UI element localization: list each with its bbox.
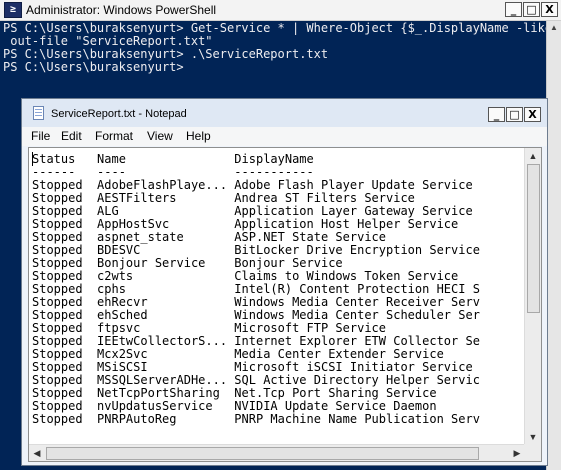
notepad-window-controls: _ □ X (488, 107, 541, 122)
notepad-title: ServiceReport.txt - Notepad (51, 108, 187, 120)
notepad-text-area[interactable]: Status Name DisplayName ------ ---- ----… (28, 147, 542, 462)
vertical-scroll-thumb[interactable] (527, 164, 540, 313)
maximize-button[interactable]: □ (523, 2, 540, 17)
notepad-minimize-button[interactable]: _ (488, 107, 505, 122)
notepad-close-button[interactable]: X (524, 107, 541, 122)
service-report-text[interactable]: Status Name DisplayName ------ ---- ----… (32, 153, 480, 426)
scroll-up-icon[interactable]: ▲ (525, 148, 541, 164)
scroll-down-icon[interactable]: ▼ (525, 429, 541, 445)
notepad-window[interactable]: ServiceReport.txt - Notepad _ □ X File E… (21, 98, 548, 466)
notepad-menubar: File Edit Format View Help (22, 127, 547, 146)
close-button[interactable]: X (541, 2, 558, 17)
scroll-left-icon[interactable]: ◀ (29, 445, 45, 461)
menu-help[interactable]: Help (186, 129, 211, 143)
powershell-scrollbar[interactable]: ▲ (546, 21, 561, 470)
minimize-button[interactable]: _ (505, 2, 522, 17)
menu-view[interactable]: View (147, 129, 173, 143)
scroll-right-icon[interactable]: ▶ (509, 445, 525, 461)
menu-format[interactable]: Format (95, 129, 133, 143)
menu-file[interactable]: File (31, 129, 50, 143)
console-output[interactable]: PS C:\Users\buraksenyurt> Get-Service * … (3, 22, 552, 74)
powershell-window-controls: _ □ X (505, 2, 558, 17)
horizontal-scrollbar[interactable]: ◀ ▶ (29, 444, 525, 461)
powershell-titlebar[interactable]: ≥ Administrator: Windows PowerShell _ □ … (0, 0, 561, 21)
vertical-scrollbar[interactable]: ▲ ▼ (524, 148, 541, 445)
notepad-maximize-button[interactable]: □ (506, 107, 523, 122)
powershell-title: Administrator: Windows PowerShell (26, 3, 217, 17)
scroll-up-arrow-icon[interactable]: ▲ (547, 21, 561, 35)
powershell-icon: ≥ (4, 2, 22, 18)
powershell-window[interactable]: ≥ Administrator: Windows PowerShell _ □ … (0, 0, 561, 470)
menu-edit[interactable]: Edit (61, 129, 82, 143)
scrollbar-corner (524, 444, 541, 461)
horizontal-scroll-thumb[interactable] (46, 447, 479, 460)
notepad-titlebar[interactable]: ServiceReport.txt - Notepad _ □ X (22, 99, 547, 127)
notepad-icon (33, 106, 44, 120)
